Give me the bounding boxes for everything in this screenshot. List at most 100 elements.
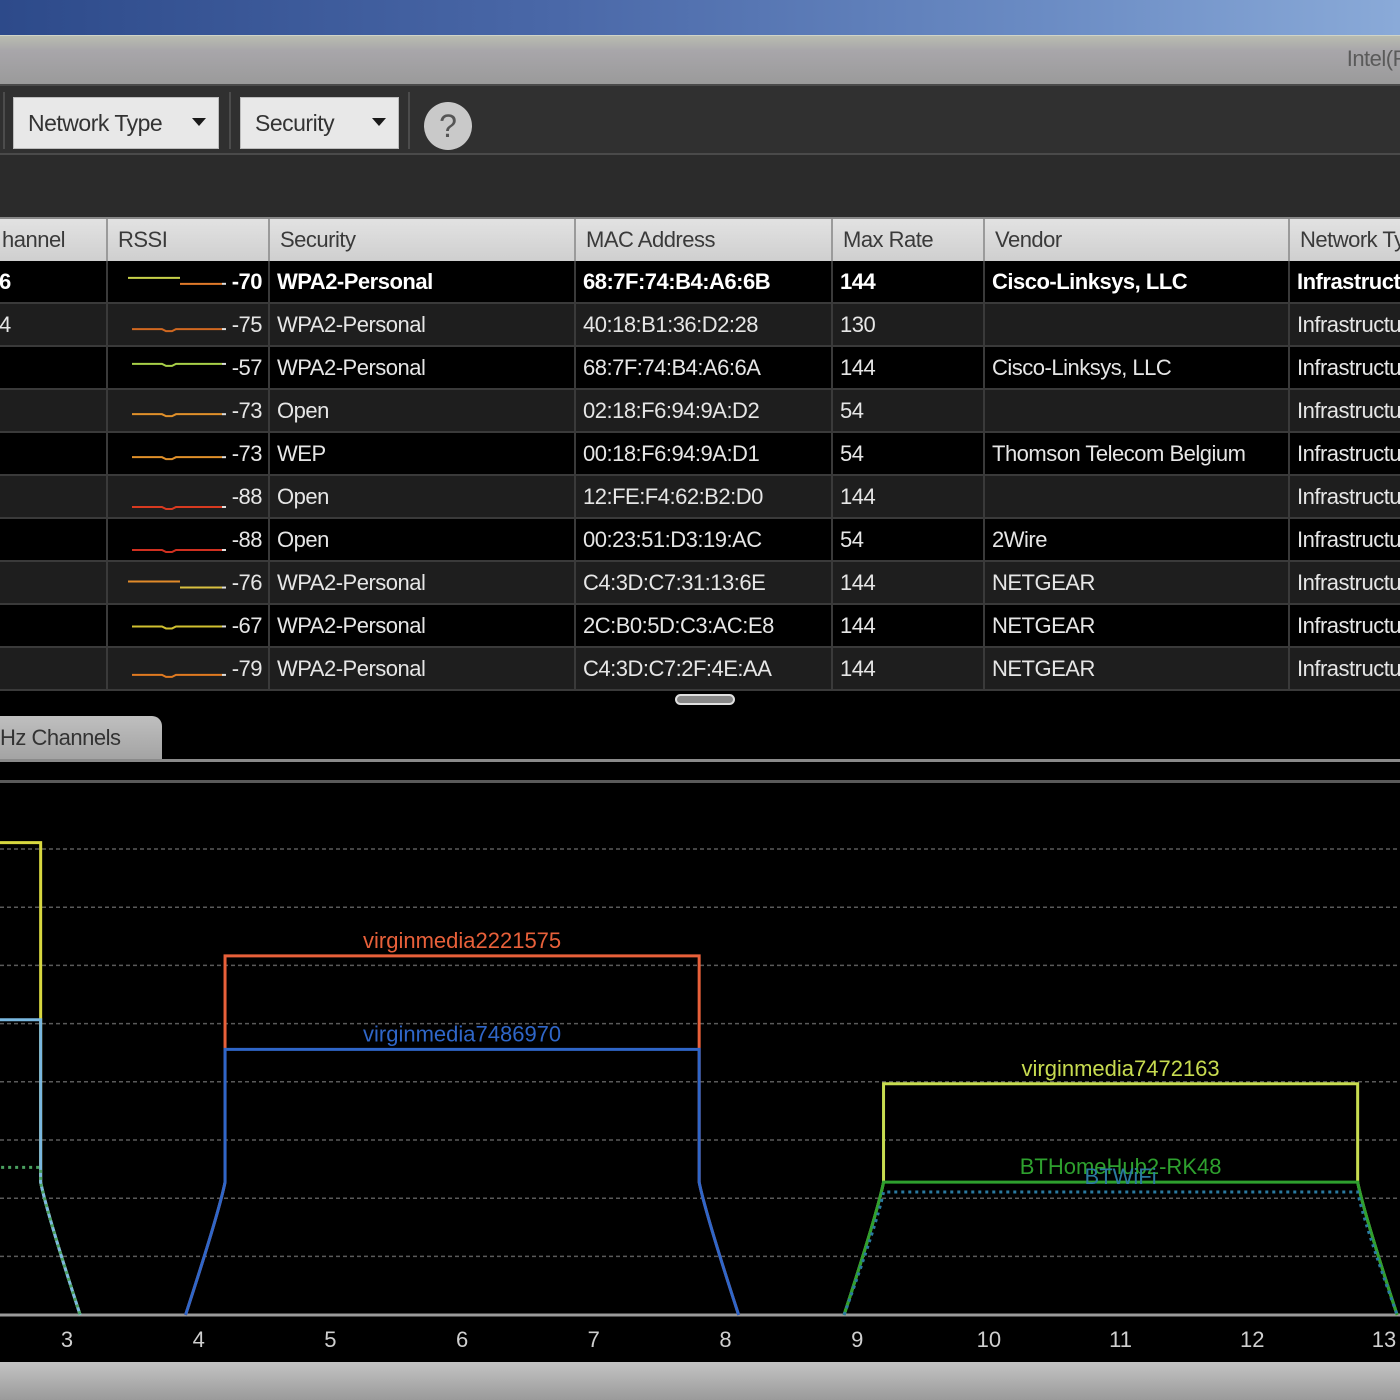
cell-max-rate: 144 <box>833 347 985 388</box>
series-label: virginmedia2221575 <box>363 928 561 953</box>
cell-security: WPA2-Personal <box>270 605 576 646</box>
series-label: BTWiFi <box>1085 1164 1157 1189</box>
rssi-value: -57 <box>231 355 263 380</box>
column-header-max-rate[interactable]: Max Rate <box>833 219 985 261</box>
network-type-label: Network Type <box>28 109 163 136</box>
column-header-mac[interactable]: MAC Address <box>576 219 833 261</box>
rssi-sparkline <box>132 673 226 678</box>
rssi-sparkline-endpoint <box>222 362 226 365</box>
rssi-sparkline-endpoint <box>222 456 226 459</box>
cell-network-type: Infrastructure <box>1290 261 1400 302</box>
table-row[interactable]: -79 WPA2-Personal C4:3D:C7:2F:4E:AA 144 NETG… <box>0 648 1400 691</box>
x-tick-label: 7 <box>588 1327 600 1352</box>
x-tick-label: 13 <box>1372 1327 1396 1352</box>
rssi-sparkline <box>132 362 226 367</box>
status-bar <box>0 1362 1400 1400</box>
cell-channel: 6 <box>0 261 108 302</box>
rssi-value: -73 <box>231 441 263 466</box>
cell-vendor <box>985 304 1290 345</box>
table-row[interactable]: -88 Open 00:23:51:D3:19:AC 54 2Wire Infrastru… <box>0 519 1400 562</box>
cell-rssi: -57 <box>108 347 270 388</box>
rssi-sparkline <box>132 413 226 418</box>
table-row[interactable]: -73 WEP 00:18:F6:94:9A:D1 54 Thomson Telecom… <box>0 433 1400 476</box>
app-header: Intel(R <box>0 35 1400 85</box>
cell-network-type: Infrastructure <box>1290 347 1400 388</box>
rssi-value: -70 <box>231 269 263 294</box>
column-header-vendor[interactable]: Vendor <box>985 219 1290 261</box>
rssi-sparkline-endpoint <box>222 328 226 331</box>
brand-label: Intel(R <box>1346 46 1400 71</box>
table-row[interactable]: -57 WPA2-Personal 68:7F:74:B4:A6:6A 144 Cisc… <box>0 347 1400 390</box>
cell-mac: 40:18:B1:36:D2:28 <box>576 304 833 345</box>
table-row[interactable]: 6 -70 WPA2-Personal 68:7F:74:B4:A6:6B 144 Cis… <box>0 261 1400 304</box>
cell-rssi: -88 <box>108 476 270 517</box>
column-header-network-type[interactable]: Network Ty <box>1290 219 1400 261</box>
cell-vendor <box>985 476 1290 517</box>
cell-mac: C4:3D:C7:31:13:6E <box>576 562 833 603</box>
table-row[interactable]: -67 WPA2-Personal 2C:B0:5D:C3:AC:E8 144 NETG… <box>0 605 1400 648</box>
x-tick-label: 6 <box>456 1327 468 1352</box>
column-header-rssi[interactable]: RSSI <box>108 219 270 261</box>
cell-security: WPA2-Personal <box>270 304 576 345</box>
cell-vendor: Cisco-Linksys, LLC <box>985 347 1290 388</box>
channel-chart: 3 4 5 6 7 8 9 10 11 12 13 virginmedia2221575 virginm… <box>0 841 1400 1352</box>
cell-mac: 2C:B0:5D:C3:AC:E8 <box>576 605 833 646</box>
cell-network-type: Infrastructure <box>1290 519 1400 560</box>
column-header-channel[interactable]: hannel <box>0 219 108 261</box>
cell-rssi: -73 <box>108 390 270 431</box>
cell-max-rate: 144 <box>833 605 985 646</box>
cell-rssi: -73 <box>108 433 270 474</box>
channel-series-bthomehub2-rk48 <box>842 1180 1399 1316</box>
rssi-value: -73 <box>231 398 263 423</box>
channel-series-virginmedia2221575 <box>184 954 741 1316</box>
cell-network-type: Infrastructure <box>1290 648 1400 689</box>
cell-vendor: Thomson Telecom Belgium <box>985 433 1290 474</box>
table-row[interactable]: 4 -75 WPA2-Personal 40:18:B1:36:D2:28 130 Inf… <box>0 304 1400 347</box>
table-row[interactable]: -73 Open02:18:F6:94:9A:D254 Infrastructure <box>0 390 1400 433</box>
cell-max-rate: 144 <box>833 261 985 302</box>
filter-toolbar: Network Type Security ? <box>0 84 1400 155</box>
cell-security: Open <box>270 390 576 431</box>
channel-series-virginmedia7472163 <box>842 1082 1399 1316</box>
rssi-sparkline-endpoint <box>222 549 226 551</box>
cell-mac: 12:FE:F4:62:B2:D0 <box>576 476 833 517</box>
chevron-down-icon <box>192 118 206 126</box>
cell-network-type: Infrastructure <box>1290 562 1400 603</box>
help-button[interactable]: ? <box>424 102 472 150</box>
channel-series-btwifi <box>842 1190 1399 1316</box>
cell-rssi: -70 <box>108 261 270 302</box>
cell-max-rate: 144 <box>833 476 985 517</box>
rssi-sparkline-segment <box>132 413 222 418</box>
rssi-sparkline-endpoint <box>222 586 226 589</box>
pane-splitter-handle[interactable] <box>675 694 735 705</box>
network-type-dropdown[interactable]: Network Type <box>13 97 219 149</box>
cell-rssi: -79 <box>108 648 270 689</box>
channel-series-unlabeled-6 <box>0 1018 82 1316</box>
table-row[interactable]: -88 Open12:FE:F4:62:B2:D0144 Infrastructur… <box>0 476 1400 519</box>
x-tick-label: 11 <box>1109 1327 1132 1352</box>
x-tick-label: 3 <box>61 1327 73 1352</box>
cell-max-rate: 54 <box>833 390 985 431</box>
cell-vendor: NETGEAR <box>985 648 1290 689</box>
cell-channel <box>0 390 108 431</box>
cell-network-type: Infrastructure <box>1290 433 1400 474</box>
cell-network-type: Infrastructure <box>1290 304 1400 345</box>
series-label: virginmedia7486970 <box>363 1021 561 1046</box>
table-header: hannel RSSI Security MAC Address Max Rat… <box>0 217 1400 261</box>
rssi-value: -88 <box>231 527 263 552</box>
cell-security: WEP <box>270 433 576 474</box>
cell-rssi: -88 <box>108 519 270 560</box>
tab-channels[interactable]: Hz Channels <box>0 716 162 760</box>
cell-channel <box>0 562 108 603</box>
column-header-security[interactable]: Security <box>270 219 576 261</box>
cell-rssi: -67 <box>108 605 270 646</box>
cell-mac: 00:23:51:D3:19:AC <box>576 519 833 560</box>
cell-network-type: Infrastructure <box>1290 476 1400 517</box>
table-row[interactable]: -76 WPA2-Personal C4:3D:C7:31:13:6E 144 NETG… <box>0 562 1400 605</box>
rssi-sparkline-endpoint <box>222 506 226 508</box>
cell-security: Open <box>270 519 576 560</box>
cell-channel <box>0 648 108 689</box>
rssi-sparkline-segment <box>132 549 222 553</box>
cell-mac: 68:7F:74:B4:A6:6B <box>576 261 833 302</box>
security-dropdown[interactable]: Security <box>240 97 399 149</box>
